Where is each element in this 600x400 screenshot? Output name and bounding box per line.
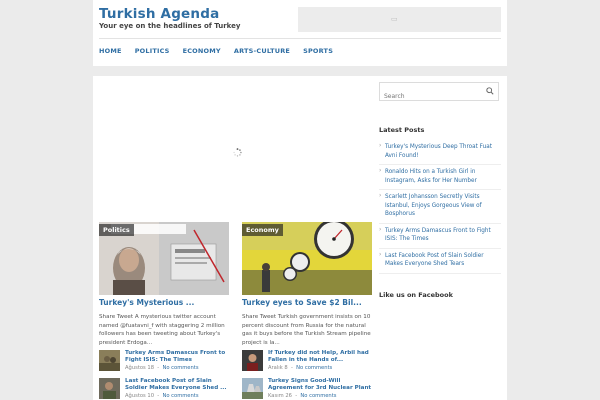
site-tagline: Your eye on the headlines of Turkey [99,22,241,30]
soldiers-photo-icon [99,350,120,371]
site-header: Turkish Agenda Your eye on the headlines… [93,0,507,66]
site-title[interactable]: Turkish Agenda [99,6,219,22]
mini-post-meta: Ağustos 18 - No comments [125,365,199,371]
soldier-photo-icon [99,378,120,399]
recent-post-link[interactable]: Last Facebook Post of Slain Soldier Make… [379,249,501,274]
featured-slider[interactable] [99,82,371,222]
search-box [379,82,499,105]
post-date: Ağustos 10 [125,393,154,399]
list-item: If Turkey did not Help, Arbil had Fallen… [242,350,377,372]
recent-post-link[interactable]: Ronaldo Hits on a Turkish Girl in Instag… [379,165,501,190]
post-date: Ağustos 18 [125,365,154,371]
facebook-widget-title: Like us on Facebook [379,290,453,299]
post-excerpt: Share Tweet A mysterious twitter account… [99,314,225,346]
list-item: Turkey Arms Damascus Front to Fight ISIS… [99,350,234,372]
mini-post-meta: Kasım 26 - No comments [268,393,337,399]
search-input[interactable] [380,88,480,105]
spinner-icon [233,148,242,157]
recent-posts-title: Latest Posts [379,126,425,134]
post-thumbnail[interactable]: Politics [99,222,229,295]
recent-post-link[interactable]: Scarlett Johansson Secretly Visits Istan… [379,190,501,224]
featured-post-politics: Politics Turkey's Mysterious ... Share T… [99,222,229,347]
post-date: Kasım 26 [268,393,292,399]
sidebar: Latest Posts Turkey's Mysterious Deep Th… [379,82,501,299]
recent-posts-list: Turkey's Mysterious Deep Throat Fuat Avn… [379,140,501,274]
list-item: Last Facebook Post of Slain Soldier Make… [99,378,234,400]
post-date: Aralık 8 [268,365,288,371]
nav-item-home[interactable]: HOME [99,47,122,55]
main-nav: HOME POLITICS ECONOMY ARTS-CULTURE SPORT… [99,47,333,55]
comments-link[interactable]: No comments [162,393,198,399]
mini-post-meta: Ağustos 10 - No comments [125,393,199,399]
mini-thumbnail[interactable] [242,378,263,399]
comments-link[interactable]: No comments [296,365,332,371]
nav-divider [99,38,501,39]
comments-link[interactable]: No comments [300,393,336,399]
mini-thumbnail[interactable] [99,378,120,399]
header-ad-banner[interactable]: ▭ [298,7,501,32]
comments-link[interactable]: No comments [162,365,198,371]
category-label[interactable]: Economy [242,224,283,236]
post-excerpt: Share Tweet Turkish government insists o… [242,314,371,346]
post-thumbnail[interactable]: Economy [242,222,372,295]
portrait-photo-icon [242,350,263,371]
nav-item-economy[interactable]: ECONOMY [183,47,221,55]
image-placeholder-icon: ▭ [391,15,398,23]
mini-post-title[interactable]: Turkey Signs Good-Will Agreement for 3rd… [268,378,376,392]
featured-post-economy: Economy Turkey eyes to Save $2 Bil... Sh… [242,222,372,347]
nav-item-politics[interactable]: POLITICS [135,47,170,55]
mini-post-title[interactable]: Turkey Arms Damascus Front to Fight ISIS… [125,350,233,364]
mini-post-title[interactable]: If Turkey did not Help, Arbil had Fallen… [268,350,376,364]
nav-item-sports[interactable]: SPORTS [303,47,333,55]
recent-post-link[interactable]: Turkey's Mysterious Deep Throat Fuat Avn… [379,140,501,165]
category-label[interactable]: Politics [99,224,134,236]
main-content: Politics Turkey's Mysterious ... Share T… [93,76,507,400]
list-item: Turkey Signs Good-Will Agreement for 3rd… [242,378,377,400]
mini-post-title[interactable]: Last Facebook Post of Slain Soldier Make… [125,378,233,392]
mini-thumbnail[interactable] [242,350,263,371]
mini-thumbnail[interactable] [99,350,120,371]
post-title-link[interactable]: Turkey's Mysterious ... [99,298,229,307]
recent-post-link[interactable]: Turkey Arms Damascus Front to Fight ISIS… [379,224,501,249]
search-icon[interactable] [486,87,494,95]
mini-post-meta: Aralık 8 - No comments [268,365,333,371]
post-title-link[interactable]: Turkey eyes to Save $2 Bil... [242,298,372,307]
nav-item-arts-culture[interactable]: ARTS-CULTURE [234,47,290,55]
nuclear-plant-photo-icon [242,378,263,399]
